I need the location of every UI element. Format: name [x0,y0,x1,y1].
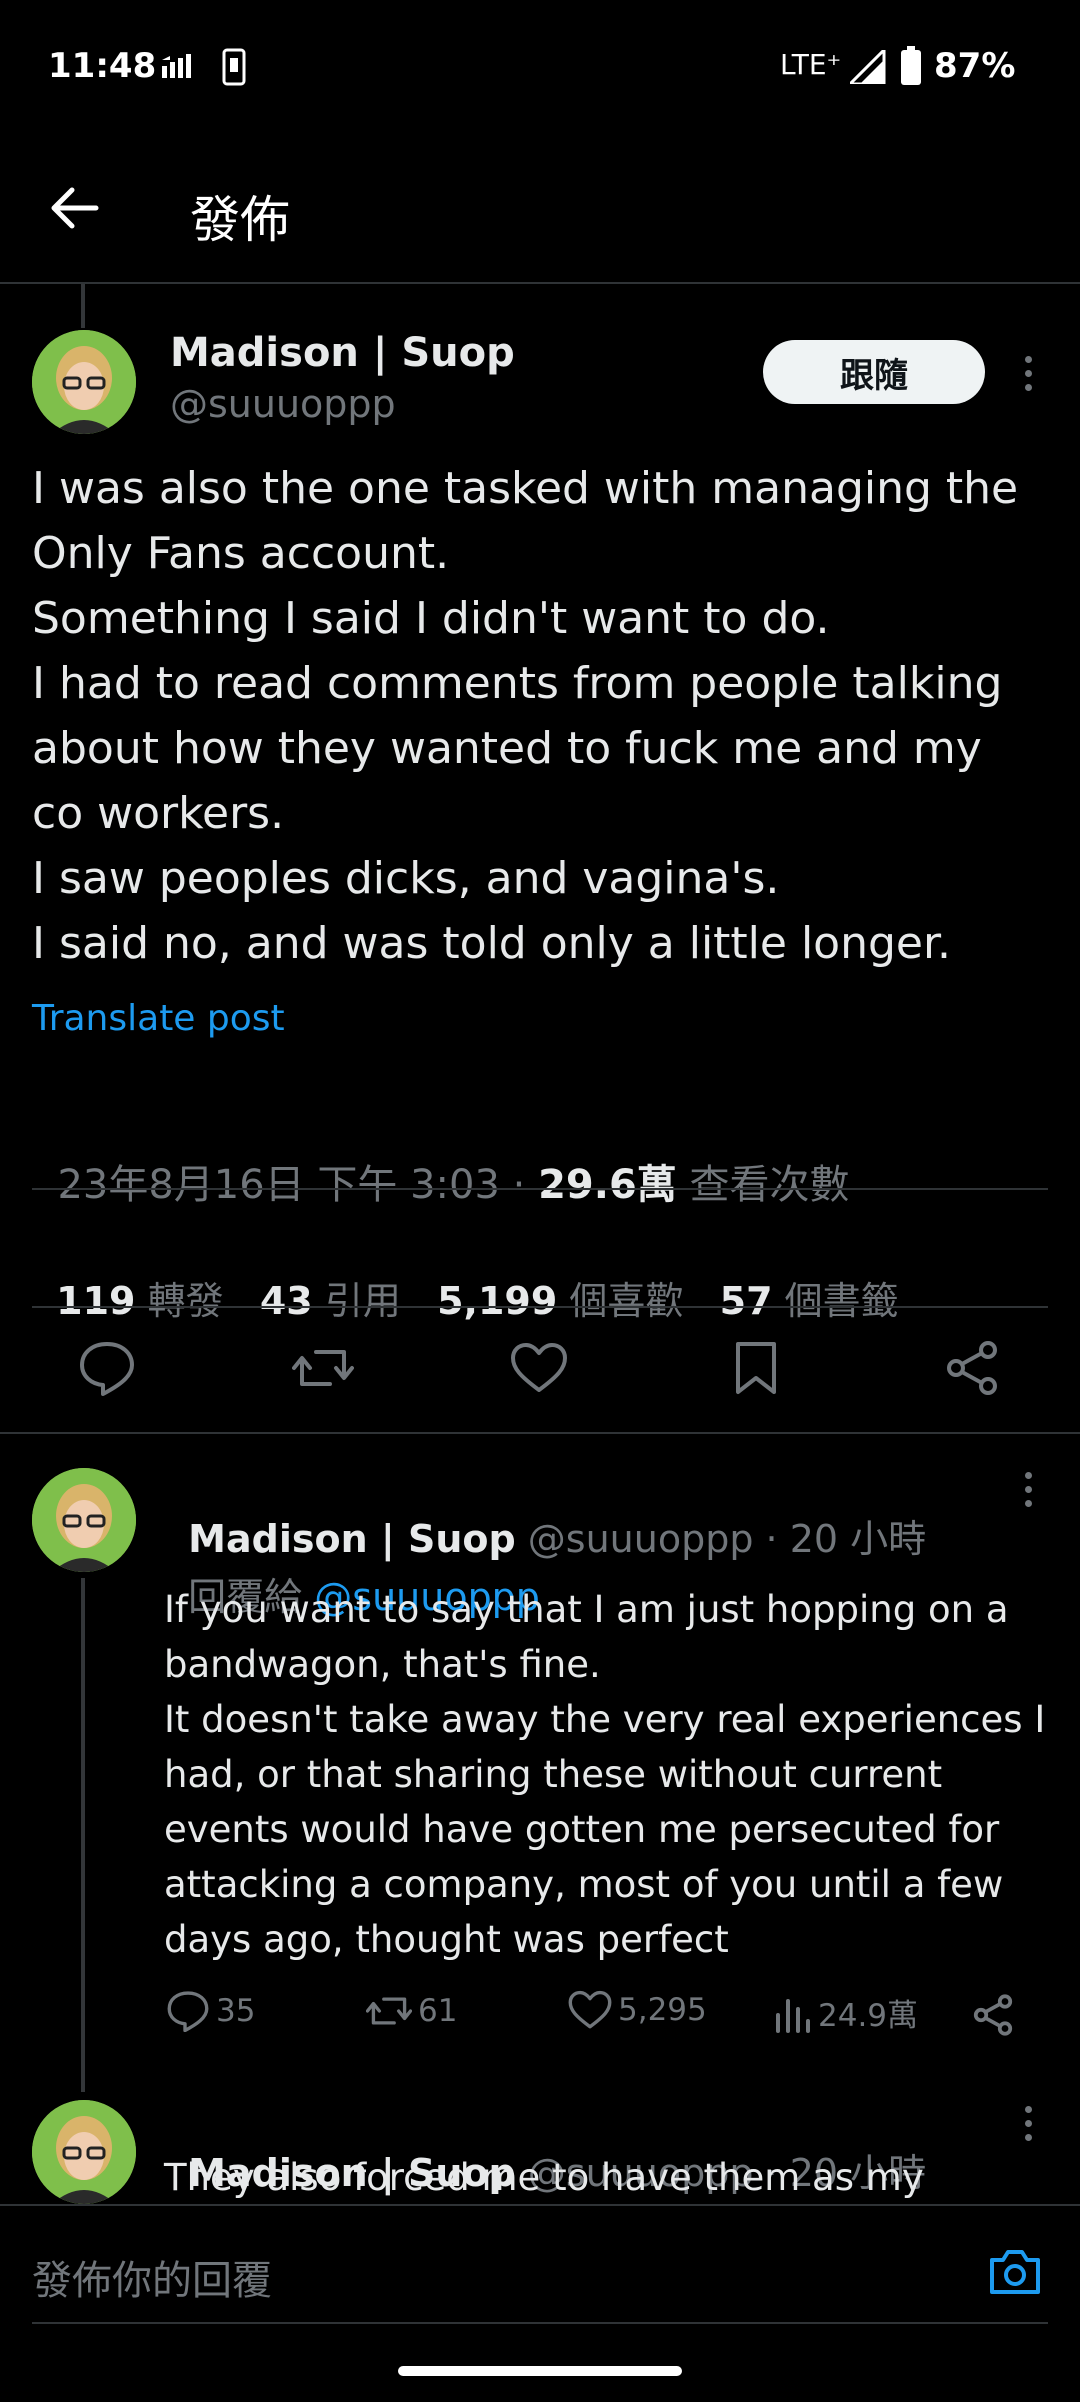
reply-button[interactable] [78,1340,136,1396]
back-button[interactable] [46,180,102,236]
repost-icon [292,1350,354,1386]
bookmarks-stat[interactable]: 57 個書籤 [720,1279,899,1323]
avatar[interactable] [32,2100,136,2204]
status-time: 11:48 [48,46,157,86]
repost-icon [366,1997,412,2025]
reposts-stat[interactable]: 119 轉發 [56,1279,223,1323]
more-options-icon[interactable] [1022,356,1034,398]
like-button[interactable] [510,1342,568,1394]
composer-underline [32,2322,1048,2324]
post-divider [0,1432,1080,1434]
share-icon [947,1341,997,1395]
network-type: LTE⁺ [780,48,842,81]
post-timestamp[interactable]: 23年8月16日 下午 3:03 · [57,1162,538,1208]
heart-icon [568,1990,612,2029]
share-icon [973,1994,1013,2036]
status-bar: 11:48 LTE⁺ 87% [0,0,1080,130]
author-handle[interactable]: @suuuoppp [170,382,396,426]
bookmark-icon [736,1342,776,1394]
reply-count-button[interactable]: 35 [166,1990,255,2032]
heart-icon [511,1343,567,1392]
meta-divider [32,1188,1048,1190]
share-button[interactable] [944,1340,1000,1396]
reply-composer: 發佈你的回覆 [0,2204,1080,2402]
post-text: I was also the one tasked with managing … [32,463,1019,969]
more-options-icon[interactable] [1022,2106,1034,2148]
post-stats: 119 轉發 43 引用 5,199 個喜歡 57 個書籤 [32,1226,899,1325]
cell-signal-icon [850,50,886,84]
post-meta: 23年8月16日 下午 3:03 · 29.6萬 查看次數 [32,1106,850,1210]
author-name[interactable]: Madison | Suop [170,330,515,376]
more-options-icon[interactable] [1022,1472,1034,1514]
author-handle-time[interactable]: @suuuoppp · 20 小時 [528,1517,926,1561]
views-label: 查看次數 [676,1162,850,1208]
like-count-button[interactable]: 5,295 [568,1990,707,2030]
battery-percent: 87% [934,46,1016,86]
share-button[interactable] [972,1994,1014,2036]
page-title: 發佈 [190,191,290,249]
views-count: 29.6萬 [538,1162,677,1208]
reply-icon [80,1342,134,1396]
quotes-stat[interactable]: 43 引用 [260,1279,401,1323]
analytics-icon [776,1998,810,2033]
arrow-left-icon [51,187,99,229]
views-count-button[interactable]: 24.9萬 [774,1990,918,2035]
home-indicator [398,2366,682,2376]
avatar[interactable] [32,330,136,434]
follow-button[interactable]: 跟隨 [763,340,985,404]
camera-button[interactable] [988,2246,1042,2296]
reply-input[interactable]: 發佈你的回覆 [32,2248,272,2306]
reply-icon [167,1991,209,2032]
stats-divider [32,1306,1048,1308]
thread-connector [81,1578,85,2092]
phone-icon [222,48,246,86]
avatar[interactable] [32,1468,136,1572]
translate-post-link[interactable]: Translate post [32,998,285,1039]
repost-button[interactable] [292,1340,354,1396]
reply-text: If you want to say that I am just hoppin… [164,1588,1046,1961]
battery-icon [900,46,922,86]
repost-count-button[interactable]: 61 [366,1990,457,2032]
header-divider [0,282,1080,284]
reply-text: They also forced me to have them as my [164,2156,924,2199]
likes-stat[interactable]: 5,199 個喜歡 [437,1279,683,1323]
signal-bars-icon [162,54,196,80]
camera-icon [990,2250,1040,2294]
thread-connector [81,284,85,328]
bookmark-button[interactable] [734,1340,778,1396]
